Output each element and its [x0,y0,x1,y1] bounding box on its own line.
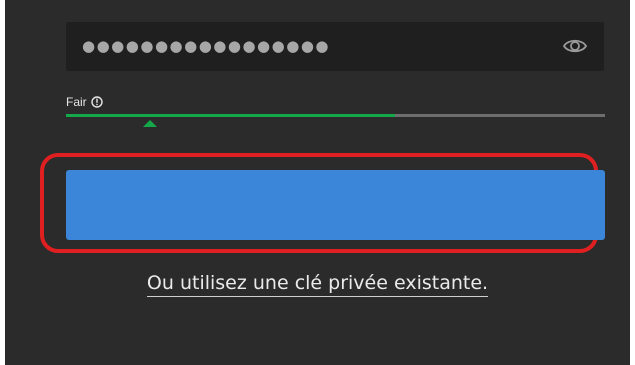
password-input[interactable]: ●●●●●●●●●●●●●●●●● [66,22,604,71]
password-strength-meter [66,114,605,127]
strength-meter-fill [66,114,395,117]
eye-icon[interactable] [562,35,588,57]
password-masked-value: ●●●●●●●●●●●●●●●●● [82,37,331,55]
use-existing-private-key-link-row: Ou utilisez une clé privée existante. [0,270,635,297]
password-strength-label: Fair [66,95,103,109]
strength-text: Fair [66,95,87,109]
info-icon[interactable] [90,96,103,108]
submit-button[interactable] [66,170,605,240]
use-existing-private-key-link[interactable]: Ou utilisez une clé privée existante. [146,272,489,297]
strength-meter-marker [142,120,157,127]
